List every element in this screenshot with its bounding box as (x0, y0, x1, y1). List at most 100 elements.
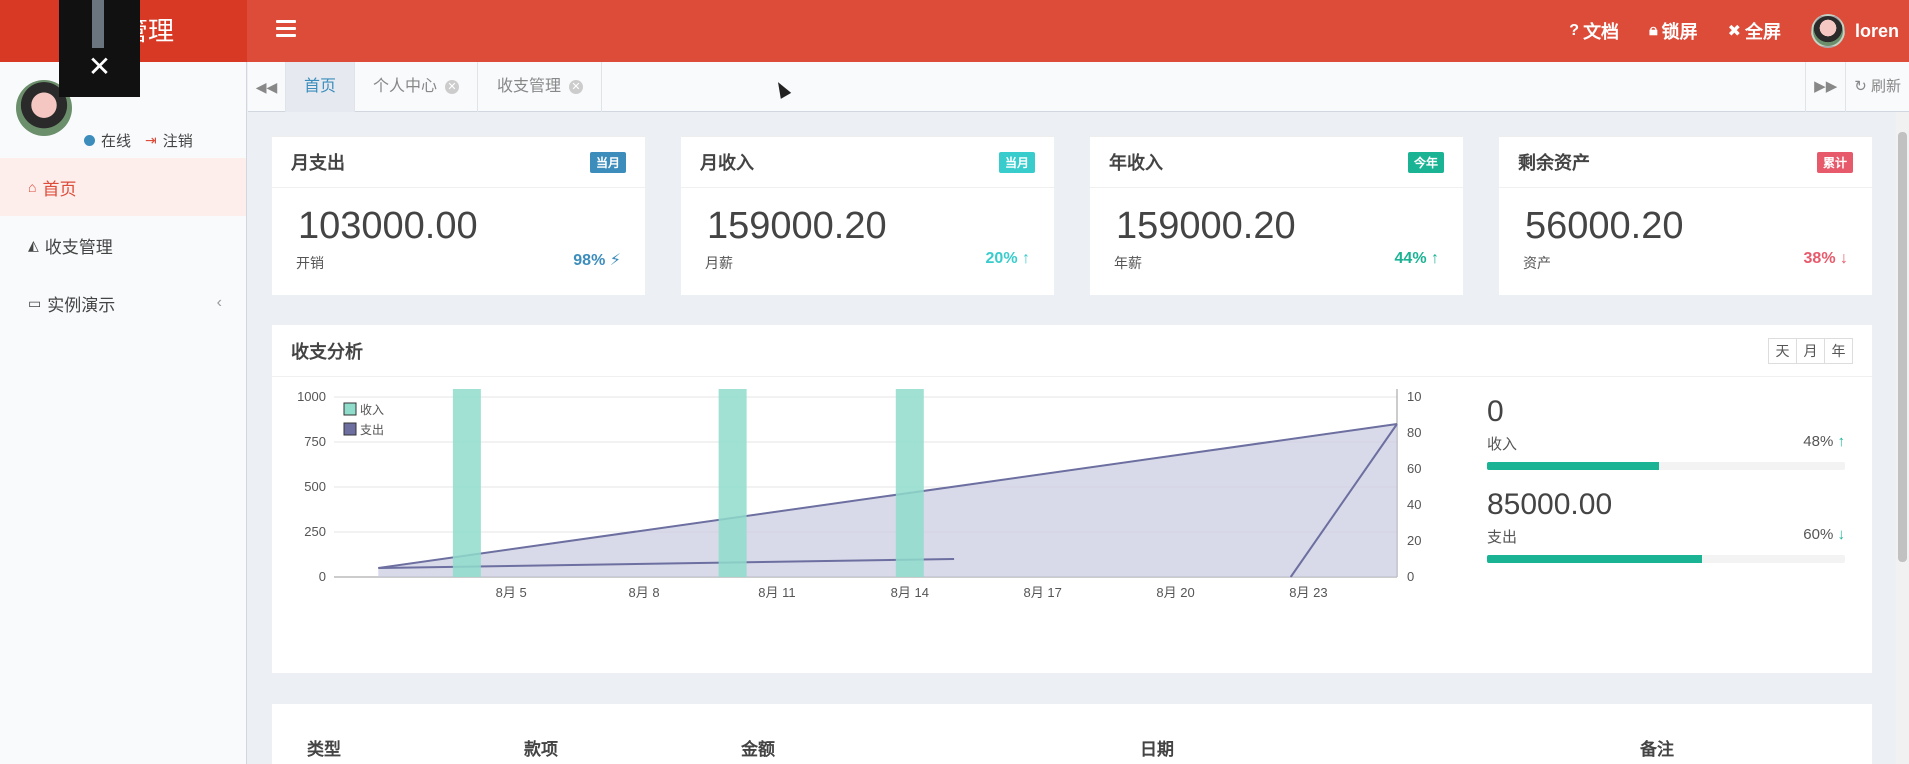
y-right-tick-label: 100000 (1407, 389, 1422, 404)
y-left-tick-label: 500 (304, 479, 326, 494)
summary-side: 0 收入 48% ↑ 85000.00 支出 60% ↓ (1487, 395, 1845, 581)
income-bar (718, 389, 747, 577)
logout-icon: ⇥ (145, 132, 157, 148)
income-bar (895, 389, 924, 577)
card-badge: 累计 (1816, 151, 1853, 173)
card-percent: 20% ↑ (985, 250, 1030, 267)
card-value: 159000.20 (707, 205, 887, 247)
lock-icon: 🔒︎ (1649, 22, 1658, 39)
stat-card-monthly-expense: 月支出 当月 103000.00 开销 98% ⚡ (272, 136, 645, 295)
card-value: 103000.00 (298, 205, 478, 247)
card-sub-label: 开销 (296, 255, 324, 271)
progress-fill (1487, 462, 1659, 470)
lock-screen-link[interactable]: 🔒︎ 锁屏 (1649, 18, 1698, 44)
income-bar (452, 389, 481, 577)
tab-profile[interactable]: 个人中心 ✕ (355, 62, 479, 112)
y-left-tick-label: 0 (319, 569, 326, 584)
bolt-icon: ⚡ (609, 252, 621, 269)
card-sub-label: 资产 (1523, 255, 1551, 271)
question-icon: ? (1569, 22, 1580, 39)
stat-card-monthly-income: 月收入 当月 159000.20 月薪 20% ↑ (681, 136, 1054, 295)
docs-link[interactable]: ? 文档 (1569, 18, 1619, 44)
scroll-right-icon[interactable]: ▶▶ (1805, 62, 1845, 112)
tab-bar: ◀◀ 首页 个人中心 ✕ 收支管理 ✕ ▶▶ ↻ 刷新 (248, 62, 1909, 112)
summary-income: 0 收入 48% ↑ (1487, 395, 1845, 470)
card-badge: 今年 (1407, 151, 1444, 173)
table-header-amount: 金额 (741, 740, 775, 759)
online-dot-icon (84, 135, 95, 146)
y-right-tick-label: 20000 (1407, 533, 1422, 548)
home-icon: ⌂ (28, 179, 37, 195)
avatar (1810, 14, 1845, 48)
summary-expense: 85000.00 支出 60% ↓ (1487, 488, 1845, 563)
sidebar-status: 在线 ⇥ 注销 (84, 130, 254, 151)
tab-home[interactable]: 首页 (286, 62, 356, 112)
card-badge: 当月 (998, 151, 1035, 173)
analysis-panel: 收支分析 天 月 年 0 250 500 750 1000 0 20000 40000 6000… (272, 325, 1872, 673)
overlay-popup: ✕ (59, 0, 140, 97)
chevron-left-icon: ‹ (216, 294, 222, 311)
refresh-button[interactable]: ↻ 刷新 (1845, 62, 1909, 112)
range-day-button[interactable]: 天 (1768, 337, 1797, 364)
page-scrollbar[interactable] (1896, 112, 1909, 764)
stat-card-remaining-assets: 剩余资产 累计 56000.20 资产 38% ↓ (1499, 136, 1872, 295)
legend-label-expense: 支出 (360, 423, 384, 437)
expand-icon: ✖ (1727, 23, 1741, 40)
arrow-down-icon: ↓ (1837, 526, 1846, 543)
close-icon[interactable]: ✕ (59, 52, 140, 82)
scroll-left-icon[interactable]: ◀◀ (248, 62, 286, 112)
x-tick-label: 8月 11 (758, 585, 795, 600)
card-title: 年收入 (1109, 153, 1163, 173)
top-header: 后台管理 ?文档 🔒︎锁屏 ✖全屏 loren (0, 0, 1909, 62)
range-month-button[interactable]: 月 (1796, 337, 1825, 364)
summary-label: 收入 (1487, 436, 1518, 453)
arrow-up-icon: ↑ (1022, 250, 1030, 267)
table-header-item: 款项 (524, 740, 558, 759)
card-title: 月收入 (700, 153, 754, 173)
range-year-button[interactable]: 年 (1824, 337, 1853, 364)
sidebar-toggle-icon[interactable] (276, 20, 296, 42)
y-right-tick-label: 0 (1407, 569, 1414, 584)
progress-track (1487, 462, 1845, 470)
progress-track (1487, 555, 1845, 563)
sidebar-item-home[interactable]: ⌂ 首页 (0, 158, 246, 216)
card-value: 56000.20 (1525, 205, 1684, 247)
panel-title: 收支分析 (291, 341, 363, 362)
income-expense-chart: 0 250 500 750 1000 0 20000 40000 60000 80000 10000… (297, 389, 1422, 600)
summary-percent: 60% ↓ (1803, 526, 1846, 543)
legend-swatch-income (343, 402, 357, 416)
summary-percent: 48% ↑ (1803, 433, 1845, 450)
user-menu[interactable]: loren (1810, 14, 1899, 48)
arrow-down-icon: ↓ (1840, 250, 1848, 267)
online-status: 在线 (101, 133, 132, 150)
range-selector: 天 月 年 (1768, 337, 1853, 364)
table-header-type: 类型 (307, 740, 341, 759)
x-tick-label: 8月 14 (891, 585, 929, 600)
sidebar-item-examples[interactable]: ▭ 实例演示 ‹ (0, 274, 246, 332)
card-sub-label: 年薪 (1114, 255, 1142, 271)
x-tick-label: 8月 23 (1289, 585, 1327, 600)
area-chart-icon: ◭ (28, 236, 39, 253)
stat-card-yearly-income: 年收入 今年 159000.20 年薪 44% ↑ (1090, 136, 1463, 295)
x-tick-label: 8月 5 (496, 585, 527, 600)
arrow-up-icon: ↑ (1431, 250, 1439, 267)
close-tab-icon[interactable]: ✕ (445, 80, 460, 94)
card-title: 月支出 (291, 153, 345, 173)
fullscreen-link[interactable]: ✖ 全屏 (1728, 18, 1781, 44)
top-nav: ? 文档 🔒︎ 锁屏 ✖ 全屏 loren (1569, 0, 1909, 62)
close-tab-icon[interactable]: ✕ (569, 80, 584, 94)
scrollbar-thumb[interactable] (1898, 132, 1907, 562)
logout-link[interactable]: 注销 (163, 130, 193, 151)
x-tick-label: 8月 17 (1024, 585, 1062, 600)
table-header-note: 备注 (1640, 740, 1674, 759)
card-badge: 当月 (589, 151, 626, 173)
table-header-date: 日期 (1140, 740, 1174, 759)
tab-finance[interactable]: 收支管理 ✕ (479, 62, 603, 112)
card-percent: 98% ⚡ (573, 252, 621, 269)
y-left-tick-label: 1000 (297, 389, 326, 404)
sidebar-menu: ⌂ 首页 ◭ 收支管理 ▭ 实例演示 ‹ (0, 158, 246, 332)
sidebar-item-finance[interactable]: ◭ 收支管理 (0, 216, 246, 274)
summary-value: 0 (1487, 395, 1504, 428)
progress-fill (1487, 555, 1702, 563)
card-value: 159000.20 (1116, 205, 1296, 247)
